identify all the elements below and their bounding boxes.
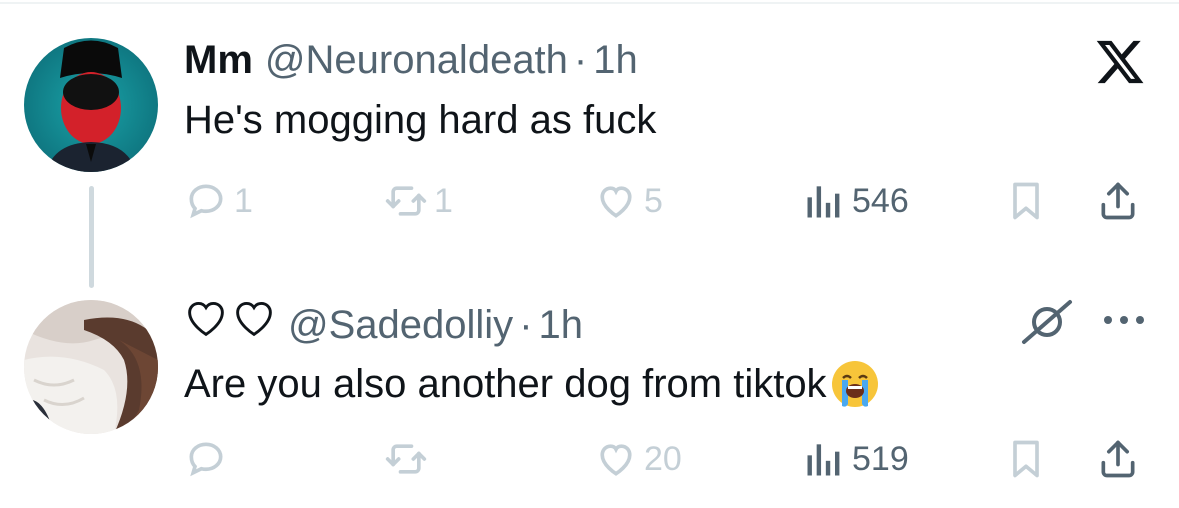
reply-icon <box>189 442 223 477</box>
share-icon <box>1101 440 1135 478</box>
heart-outline-icon <box>188 301 224 337</box>
bookmark-icon <box>1013 182 1039 220</box>
heart-icon <box>600 444 632 476</box>
analytics-icon <box>807 444 840 476</box>
view-count: 519 <box>852 439 909 478</box>
view-count: 546 <box>852 181 909 220</box>
x-logo-icon <box>1094 36 1146 88</box>
top-divider <box>0 2 1179 4</box>
retweet-icon <box>385 444 427 474</box>
loudly-crying-face-emoji <box>829 358 881 410</box>
retweet-icon <box>385 186 427 216</box>
tweet-actions: 20 519 <box>184 434 1144 484</box>
tweet-text-content: He's mogging hard as fuck <box>184 98 657 142</box>
bookmark-button[interactable] <box>1004 434 1048 484</box>
like-button[interactable]: 20 <box>594 434 682 484</box>
tweet-text-content: Are you also another dog from tiktok <box>184 361 827 406</box>
tweet-header: Mm @Neuronaldeath · 1h <box>184 38 638 83</box>
user-handle[interactable]: @Sadedolliy <box>288 303 513 348</box>
reply-count: 1 <box>234 181 253 220</box>
display-name[interactable]: Mm <box>184 38 253 83</box>
retweet-button[interactable] <box>384 434 434 484</box>
like-count: 5 <box>644 181 663 220</box>
bookmark-icon <box>1013 440 1039 478</box>
thread-line <box>89 186 94 288</box>
share-button[interactable] <box>1096 176 1140 226</box>
bookmark-button[interactable] <box>1004 176 1048 226</box>
reply-icon <box>189 184 223 219</box>
reply-button[interactable]: 1 <box>184 176 253 226</box>
display-name[interactable] <box>184 298 276 338</box>
tweet-actions: 1 1 5 546 <box>184 176 1144 226</box>
share-button[interactable] <box>1096 434 1140 484</box>
timestamp[interactable]: 1h <box>539 303 584 348</box>
more-icon[interactable] <box>1100 306 1148 334</box>
reply-button[interactable] <box>184 434 234 484</box>
share-icon <box>1101 182 1135 220</box>
avatar-image <box>24 300 158 434</box>
views-button[interactable]: 519 <box>802 434 909 484</box>
separator-dot: · <box>573 38 588 82</box>
avatar[interactable] <box>24 300 158 434</box>
tweet-header: @Sadedolliy · 1h <box>184 298 583 348</box>
like-button[interactable]: 5 <box>594 176 663 226</box>
separator-dot: · <box>519 303 533 347</box>
user-handle[interactable]: @Neuronaldeath <box>265 38 568 83</box>
analytics-icon <box>807 186 840 218</box>
timestamp[interactable]: 1h <box>593 38 638 83</box>
retweet-button[interactable]: 1 <box>384 176 453 226</box>
avatar-image <box>24 38 158 172</box>
tweet-text: He's mogging hard as fuck <box>184 98 656 143</box>
like-count: 20 <box>644 439 682 478</box>
heart-icon <box>600 186 632 218</box>
tweet-text: Are you also another dog from tiktok <box>184 358 881 410</box>
views-button[interactable]: 546 <box>802 176 909 226</box>
heart-outline-icon <box>236 301 272 337</box>
avatar[interactable] <box>24 38 158 172</box>
retweet-count: 1 <box>434 181 453 220</box>
grok-icon[interactable] <box>1020 298 1074 346</box>
